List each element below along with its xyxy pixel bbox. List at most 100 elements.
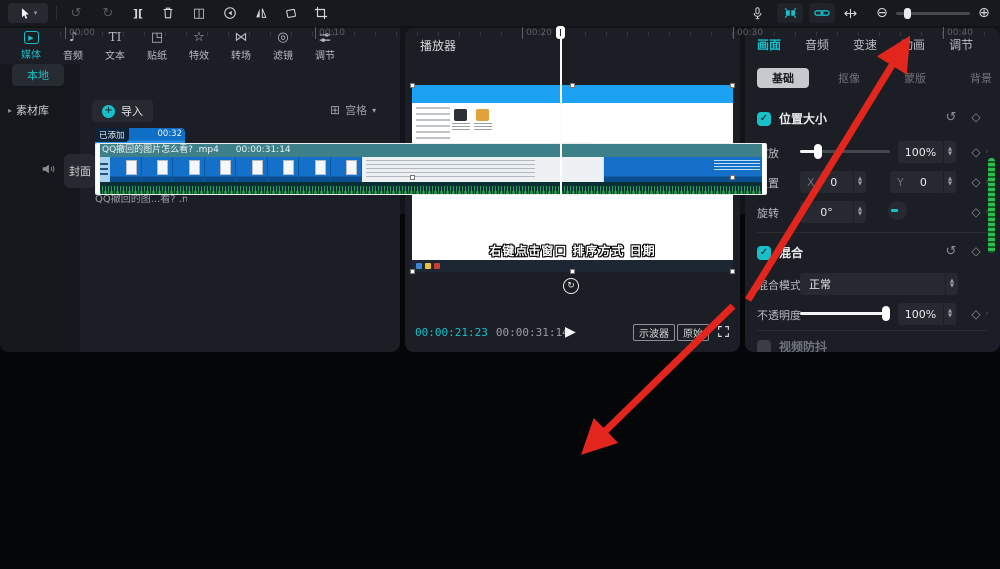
zoom-in-button[interactable]: ⊕ bbox=[974, 4, 994, 22]
mute-track-button[interactable] bbox=[40, 162, 56, 176]
opacity-value-box[interactable]: 100% ▲ ▼ bbox=[898, 303, 956, 325]
timecode: 00:00:21:23 00:00:31:14 bbox=[415, 326, 569, 339]
clip-filmstrip bbox=[96, 157, 766, 182]
preview-axis-button[interactable] bbox=[840, 4, 860, 22]
snap-icon bbox=[784, 7, 796, 19]
reverse-button[interactable] bbox=[220, 4, 240, 22]
select-tool-button[interactable]: ▾ bbox=[8, 3, 48, 23]
stepper-icon[interactable]: ▲ ▼ bbox=[945, 273, 958, 295]
undo-button[interactable]: ↺ bbox=[66, 4, 86, 22]
film-frame bbox=[362, 157, 604, 182]
film-frame bbox=[330, 157, 362, 182]
trash-icon bbox=[163, 7, 173, 19]
video-clip[interactable]: QQ撤回的图片怎么看? .mp4 00:00:31:14 bbox=[95, 143, 767, 195]
trim-handle-left[interactable] bbox=[96, 144, 100, 194]
timeline-zoom-slider[interactable] bbox=[896, 8, 970, 19]
divider bbox=[757, 330, 987, 331]
microphone-icon bbox=[753, 7, 761, 20]
timeline-ruler[interactable]: 00:00 00:10 00:20 00:30 00:40 bbox=[60, 26, 1000, 42]
selection-handle[interactable] bbox=[410, 175, 415, 180]
reset-icon[interactable]: ↺ bbox=[943, 244, 959, 259]
ruler-label: 00:20 bbox=[522, 27, 552, 39]
total-time: 00:00:31:14 bbox=[495, 326, 569, 339]
checkbox-unchecked-icon[interactable] bbox=[757, 339, 771, 352]
freeze-frame-button[interactable]: ◫ bbox=[189, 4, 209, 22]
keyframe-icon[interactable]: ◇ bbox=[969, 307, 983, 321]
selection-handle[interactable] bbox=[570, 83, 575, 88]
opacity-slider[interactable] bbox=[800, 306, 890, 321]
clip-audio-waveform bbox=[96, 182, 766, 194]
app-window: 剪映 菜单 ▾ ✓ 16:46:18 自动保存本地 202201222229 ?… bbox=[0, 0, 1000, 569]
selection-handle[interactable] bbox=[410, 269, 415, 274]
selection-handle[interactable] bbox=[730, 269, 735, 274]
rotate-icon: ↻ bbox=[567, 281, 575, 291]
snap-toggle[interactable] bbox=[777, 3, 803, 23]
clip-header: QQ撤回的图片怎么看? .mp4 00:00:31:14 bbox=[96, 144, 766, 157]
taskbar-dot bbox=[434, 263, 440, 269]
next-keyframe-icon[interactable]: › bbox=[985, 309, 989, 319]
ruler-label: 00:10 bbox=[315, 27, 345, 39]
player-controls: 00:00:21:23 00:00:31:14 ▶ 示波器 原始 bbox=[405, 322, 740, 344]
zoom-out-button[interactable]: ⊖ bbox=[872, 4, 892, 22]
stabilize-header-clipped: 视频防抖 bbox=[757, 338, 827, 352]
cursor-icon bbox=[21, 7, 29, 19]
preview-axis-icon bbox=[843, 8, 857, 18]
crop-icon bbox=[314, 6, 328, 20]
taskbar-dot bbox=[425, 263, 431, 269]
film-frame bbox=[604, 157, 766, 182]
opacity-row: 不透明度 100% ▲ ▼ ◇ › bbox=[745, 302, 1000, 326]
link-icon bbox=[814, 10, 830, 16]
fullscreen-icon bbox=[718, 326, 729, 337]
film-frame bbox=[299, 157, 331, 182]
scope-button[interactable]: 示波器 bbox=[633, 324, 675, 341]
clip-duration: 00:00:31:14 bbox=[235, 145, 291, 155]
cover-button[interactable]: 封面 bbox=[64, 154, 96, 188]
blend-mode-select[interactable]: 正常 ▲ ▼ bbox=[800, 273, 958, 295]
film-frame bbox=[236, 157, 268, 182]
clip-name: QQ撤回的图片怎么看? .mp4 bbox=[102, 145, 219, 155]
delete-button[interactable] bbox=[158, 4, 178, 22]
stepper-icon[interactable]: ▲ ▼ bbox=[943, 303, 956, 325]
taskbar-dot bbox=[416, 263, 422, 269]
rotate-icon bbox=[286, 8, 296, 18]
mirror-icon bbox=[256, 8, 267, 18]
selection-handle[interactable] bbox=[410, 83, 415, 88]
rotate-handle[interactable]: ↻ bbox=[563, 278, 579, 294]
ruler-label: 00:30 bbox=[733, 27, 763, 39]
selection-handle[interactable] bbox=[570, 269, 575, 274]
current-time: 00:00:21:23 bbox=[415, 326, 488, 339]
checkbox-checked-icon[interactable]: ✓ bbox=[757, 245, 771, 260]
film-frame bbox=[110, 157, 142, 182]
mirror-button[interactable] bbox=[251, 4, 271, 22]
timeline-panel: ▾ ↺ ↻ ][ ◫ ⊖ ⊕ 00:00 00:10 00:20 00:30 0… bbox=[0, 0, 1000, 214]
split-button[interactable]: ][ bbox=[128, 4, 148, 22]
record-voice-button[interactable] bbox=[747, 4, 767, 22]
film-frame bbox=[204, 157, 236, 182]
speaker-icon bbox=[42, 164, 55, 174]
blend-mode-row: 混合模式 正常 ▲ ▼ bbox=[745, 272, 1000, 296]
chevron-down-icon: ▾ bbox=[33, 9, 38, 17]
divider bbox=[56, 6, 57, 20]
trim-handle-right[interactable] bbox=[762, 144, 766, 194]
ruler-label: 00:00 bbox=[65, 27, 95, 39]
ratio-button[interactable]: 原始 bbox=[677, 324, 709, 341]
crop-button[interactable] bbox=[311, 4, 331, 22]
rotate-clip-button[interactable] bbox=[281, 4, 301, 22]
film-frame bbox=[267, 157, 299, 182]
play-button[interactable]: ▶ bbox=[565, 324, 576, 340]
reverse-icon bbox=[224, 7, 236, 19]
selection-handle[interactable] bbox=[730, 175, 735, 180]
blend-header: ✓ 混合 bbox=[757, 244, 803, 261]
video-subtitle: 右键点击窗口 排序方式 日期 bbox=[489, 244, 656, 258]
playhead-handle[interactable] bbox=[556, 26, 565, 39]
divider bbox=[757, 232, 987, 233]
selection-handle[interactable] bbox=[730, 83, 735, 88]
link-toggle[interactable] bbox=[809, 3, 835, 23]
timeline-toolbar: ▾ ↺ ↻ ][ ◫ ⊖ ⊕ bbox=[0, 0, 1000, 26]
keyframe-icon[interactable]: ◇ bbox=[969, 244, 983, 258]
redo-button[interactable]: ↻ bbox=[98, 4, 118, 22]
film-frame bbox=[173, 157, 205, 182]
film-frame bbox=[141, 157, 173, 182]
playhead[interactable] bbox=[556, 26, 565, 201]
fullscreen-button[interactable] bbox=[717, 325, 730, 338]
